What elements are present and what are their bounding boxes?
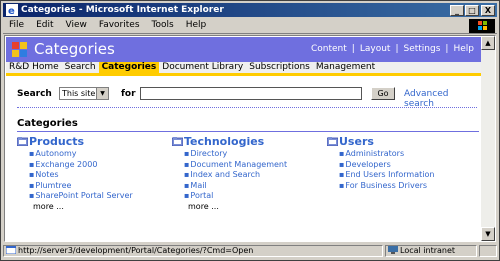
ie-icon: e [6, 4, 18, 16]
minimize-button[interactable]: _ [450, 5, 464, 16]
tabs-underline [6, 73, 482, 76]
list-item[interactable]: ▪Index and Search [184, 170, 287, 181]
page-title: Categories [34, 40, 115, 58]
list-item[interactable]: ▪Developers [339, 160, 434, 171]
menu-bar: File Edit View Favorites Tools Help [3, 18, 497, 34]
status-url: http://server3/development/Portal/Catego… [18, 246, 254, 255]
for-label: for [121, 89, 136, 99]
window-title: Categories - Microsoft Internet Explorer [21, 5, 224, 15]
menu-tools[interactable]: Tools [146, 18, 180, 33]
go-button[interactable]: Go [371, 87, 395, 100]
browser-window: e Categories - Microsoft Internet Explor… [0, 0, 500, 261]
category-title[interactable]: Technologies [184, 135, 264, 148]
list-item[interactable]: ▪For Business Drivers [339, 181, 434, 192]
tab-document-library[interactable]: Document Library [159, 62, 246, 73]
tab-subscriptions[interactable]: Subscriptions [246, 62, 313, 73]
menu-favorites[interactable]: Favorites [93, 18, 146, 33]
list-item[interactable]: ▪Autonomy [29, 149, 133, 160]
tab-rd-home[interactable]: R&D Home [6, 62, 62, 73]
list-item[interactable]: ▪Portal [184, 191, 287, 202]
link-divider: | [395, 44, 399, 54]
folder-icon [327, 137, 338, 146]
resize-grip-icon[interactable] [479, 245, 497, 257]
vertical-scrollbar[interactable]: ▲ ▼ [481, 36, 495, 241]
search-label: Search [17, 89, 52, 99]
more-link[interactable]: more ... [184, 202, 287, 213]
list-item[interactable]: ▪Directory [184, 149, 287, 160]
list-item[interactable]: ▪Mail [184, 181, 287, 192]
menu-view[interactable]: View [60, 18, 93, 33]
settings-link[interactable]: Settings [404, 44, 441, 54]
page-icon [6, 246, 16, 254]
folder-icon [172, 137, 183, 146]
list-item[interactable]: ▪SharePoint Portal Server [29, 191, 133, 202]
layout-link[interactable]: Layout [360, 44, 391, 54]
page-content: Categories Content | Layout | Settings | Help … [4, 35, 496, 242]
link-divider: | [351, 44, 355, 54]
category-title[interactable]: Products [29, 135, 84, 148]
maximize-button[interactable]: □ [465, 5, 479, 16]
list-item[interactable]: ▪Exchange 2000 [29, 160, 133, 171]
nav-tabs: R&D Home Search Categories Document Library… [6, 62, 482, 73]
menu-edit[interactable]: Edit [30, 18, 59, 33]
categories-heading: Categories [17, 118, 78, 129]
scroll-down-icon[interactable]: ▼ [481, 227, 495, 241]
link-divider: | [445, 44, 449, 54]
more-link[interactable]: more ... [29, 202, 133, 213]
portal-logo-icon [12, 42, 28, 58]
chevron-down-icon[interactable]: ▼ [96, 88, 108, 99]
status-zone-panel: Local intranet [385, 245, 477, 257]
divider [17, 107, 477, 108]
menu-help[interactable]: Help [180, 18, 213, 33]
windows-logo-icon [469, 19, 495, 33]
status-bar: http://server3/development/Portal/Catego… [3, 244, 497, 258]
menu-file[interactable]: File [3, 18, 30, 33]
search-input[interactable] [140, 87, 362, 100]
divider [17, 131, 479, 132]
tab-search[interactable]: Search [62, 62, 99, 73]
category-title[interactable]: Users [339, 135, 374, 148]
content-link[interactable]: Content [311, 44, 347, 54]
folder-icon [17, 137, 28, 146]
search-scope-value: This site [62, 89, 96, 98]
close-button[interactable]: X [481, 5, 495, 16]
svg-text:e: e [8, 6, 15, 16]
search-scope-select[interactable]: This site ▼ [59, 87, 109, 100]
list-item[interactable]: ▪Document Management [184, 160, 287, 171]
tab-management[interactable]: Management [313, 62, 378, 73]
scroll-up-icon[interactable]: ▲ [481, 36, 495, 50]
intranet-zone-icon [388, 246, 398, 254]
advanced-search-link[interactable]: Advanced search [404, 89, 448, 109]
title-bar: e Categories - Microsoft Internet Explor… [3, 3, 497, 17]
list-item[interactable]: ▪Notes [29, 170, 133, 181]
banner-links: Content | Layout | Settings | Help [311, 44, 474, 54]
list-item[interactable]: ▪End Users Information [339, 170, 434, 181]
tab-categories[interactable]: Categories [98, 62, 160, 73]
help-link[interactable]: Help [453, 44, 474, 54]
list-item[interactable]: ▪Administrators [339, 149, 434, 160]
list-item[interactable]: ▪Plumtree [29, 181, 133, 192]
security-zone: Local intranet [400, 246, 456, 255]
status-url-panel: http://server3/development/Portal/Catego… [3, 245, 383, 257]
site-banner: Categories Content | Layout | Settings | Help [6, 37, 482, 62]
